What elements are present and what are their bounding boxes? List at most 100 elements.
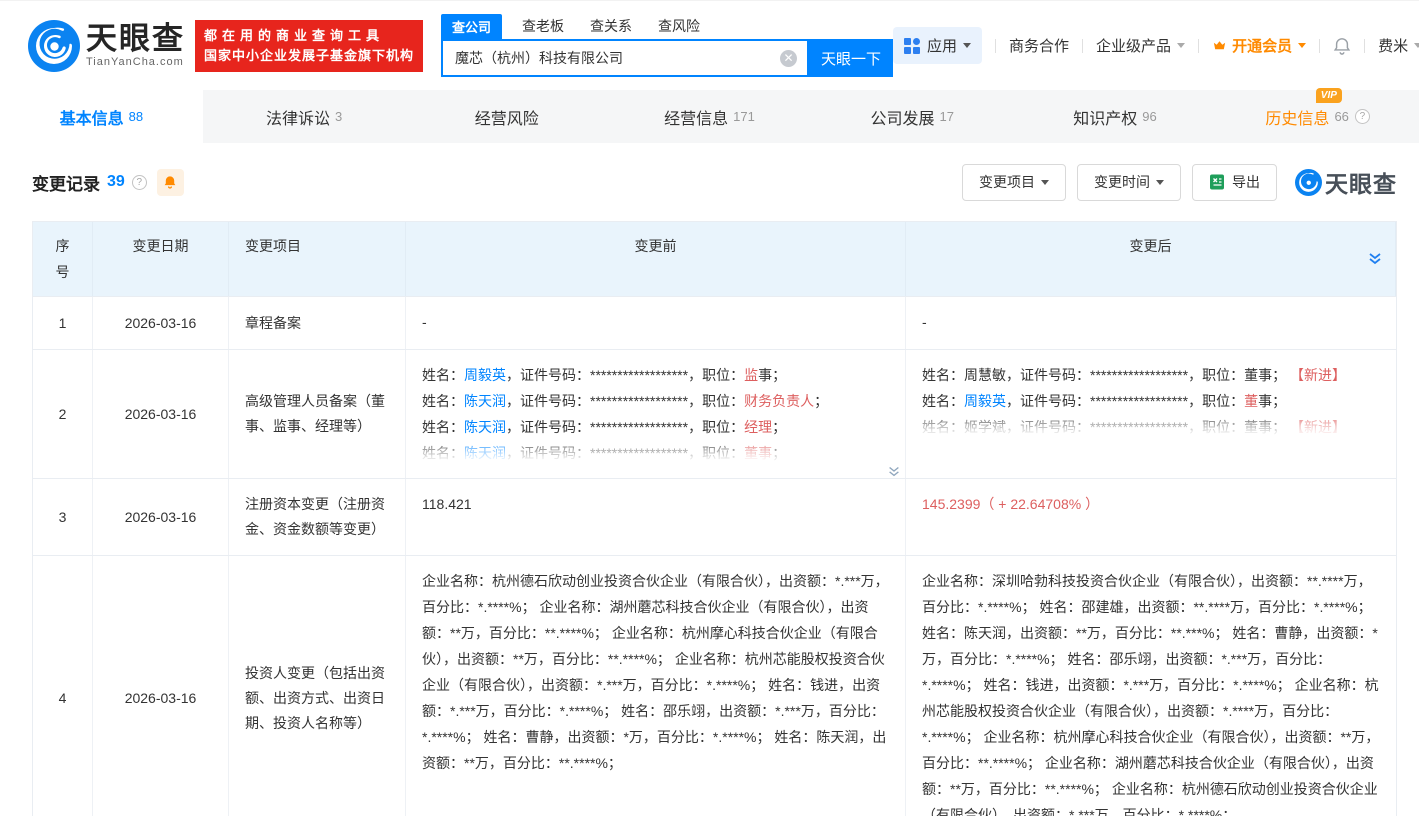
export-button[interactable]: 导出 xyxy=(1192,163,1277,201)
section-title: 变更记录 xyxy=(32,174,100,194)
company-tab[interactable]: 公司发展 17 xyxy=(811,90,1014,143)
filter-change-item-label: 变更项目 xyxy=(979,174,1035,190)
change-records-table: 序号 变更日期 变更项目 变更前 变更后 1 2026-03-16 章程备案 - -2 2026-… xyxy=(32,221,1397,816)
cell-change-item: 投资人变更（包括出资额、出资方式、出资日期、投资人名称等） xyxy=(229,556,406,816)
search-tab[interactable]: 查老板 xyxy=(522,14,564,39)
change-entry: 姓名：陈天润，证件号码：******************，职位：财务负责人； xyxy=(422,388,889,414)
caret-down-icon xyxy=(1041,179,1049,185)
caret-down-icon xyxy=(1414,43,1419,48)
tab-count: 88 xyxy=(128,109,144,124)
filter-change-item-button[interactable]: 变更项目 xyxy=(962,163,1066,201)
nav-cooperation[interactable]: 商务合作 xyxy=(1009,35,1069,56)
caret-down-icon xyxy=(1177,43,1186,48)
tab-count: 171 xyxy=(733,109,755,124)
divider xyxy=(995,38,997,53)
change-entry: 姓名：陈天润，证件号码：******************，职位：董事； xyxy=(422,440,889,466)
text: ，证件号码：******************，职位： xyxy=(506,393,745,409)
person-link[interactable]: 陈天润 xyxy=(464,419,506,435)
cell-before: 姓名：周毅英，证件号码：******************，职位：监事； 姓名：… xyxy=(406,350,906,478)
column-header: 变更项目 xyxy=(229,222,406,296)
company-tab[interactable]: 法律诉讼 3 xyxy=(203,90,406,143)
person-link[interactable]: 陈天润 xyxy=(464,445,506,461)
text: - xyxy=(422,314,427,330)
subscribe-bell-button[interactable] xyxy=(156,168,184,196)
person-link[interactable]: 周毅英 xyxy=(464,367,506,383)
table-row: 1 2026-03-16 章程备案 - - xyxy=(33,297,1396,350)
search-input[interactable] xyxy=(443,50,781,66)
vip-badge: VIP xyxy=(1315,87,1342,103)
cell-no: 4 xyxy=(33,556,93,816)
table-row: 2 2026-03-16 高级管理人员备案（董事、监事、经理等） 姓名：周毅英，证件号… xyxy=(33,350,1396,479)
filter-change-time-button[interactable]: 变更时间 xyxy=(1077,163,1181,201)
diff-text: 145.2399（ + 22.64708% ） xyxy=(922,496,1100,512)
top-header: 天眼查 TianYanCha.com 都在用的商业查询工具 国家中小企业发展子基… xyxy=(0,0,1419,90)
brand-name: 天眼查 xyxy=(86,21,185,56)
open-vip-link[interactable]: 开通会员 xyxy=(1212,35,1307,56)
logo-swirl-icon xyxy=(28,19,80,72)
company-tab[interactable]: 经营信息 171 xyxy=(608,90,811,143)
search-tab[interactable]: 查风险 xyxy=(658,14,700,39)
crown-icon xyxy=(1212,38,1227,53)
toolbar-right: 变更项目 变更时间 导出 天眼查 xyxy=(951,163,1397,201)
tab-label: 法律诉讼 xyxy=(265,110,330,128)
company-tab[interactable]: 基本信息 88 xyxy=(0,90,203,143)
text: 姓名：周慧敏，证件号码：******************，职位：董事； xyxy=(922,367,1290,383)
change-entry: - xyxy=(422,309,889,335)
help-icon[interactable]: ? xyxy=(131,174,147,190)
diff-text: 董事 xyxy=(744,445,773,461)
cell-date: 2026-03-16 xyxy=(93,350,229,478)
cell-before: 118.421 xyxy=(406,479,906,555)
vip-label: 开通会员 xyxy=(1232,38,1293,55)
search-button[interactable]: 天眼一下 xyxy=(809,39,894,77)
cell-no: 3 xyxy=(33,479,93,555)
divider xyxy=(1198,38,1200,53)
tab-label: 公司发展 xyxy=(870,110,935,128)
cell-after: 145.2399（ + 22.64708% ） xyxy=(906,479,1396,555)
tab-label: 知识产权 xyxy=(1073,110,1138,128)
cell-change-item: 章程备案 xyxy=(229,297,406,349)
clear-icon[interactable]: ✕ xyxy=(780,49,798,67)
divider xyxy=(1319,38,1321,53)
cell-before: 企业名称：杭州德石欣动创业投资合伙企业（有限合伙），出资额：*.***万，百分比… xyxy=(406,556,906,816)
divider xyxy=(1364,38,1366,53)
nav-enterprise[interactable]: 企业级产品 xyxy=(1096,35,1186,56)
help-icon[interactable]: ? xyxy=(1354,109,1370,124)
search-tab[interactable]: 查关系 xyxy=(590,14,632,39)
text: ； xyxy=(772,419,787,435)
column-header: 变更日期 xyxy=(93,222,229,296)
tab-count: 66 xyxy=(1334,109,1349,124)
watermark-logo: 天眼查 xyxy=(1295,165,1397,199)
user-menu[interactable]: 费米 xyxy=(1378,35,1419,56)
diff-text: 财务负责人 xyxy=(744,393,815,409)
company-tab[interactable]: 知识产权 96 xyxy=(1014,90,1217,143)
person-link[interactable]: 陈天润 xyxy=(464,393,506,409)
content: 变更记录 39 ? 变更项目 变更时间 导出 天眼查 序号 变更日期 变更项目 … xyxy=(0,143,1419,816)
collapse-all-icon[interactable] xyxy=(1367,251,1383,267)
top-nav: 应用 商务合作 企业级产品 开通会员 费米 xyxy=(893,27,1419,64)
company-tab[interactable]: 经营风险 xyxy=(405,90,608,143)
person-link[interactable]: 周毅英 xyxy=(964,393,1006,409)
section-count: 39 xyxy=(107,173,125,190)
notifications-bell[interactable] xyxy=(1333,37,1351,55)
caret-down-icon xyxy=(1156,179,1164,185)
text: 姓名： xyxy=(422,367,464,383)
tianyancha-logo[interactable]: 天眼查 TianYanCha.com xyxy=(28,19,185,72)
text: 事； xyxy=(1258,393,1287,409)
search-tab[interactable]: 查公司 xyxy=(441,14,503,39)
cell-change-item: 高级管理人员备案（董事、监事、经理等） xyxy=(229,350,406,478)
slogan-line1: 都在用的商业查询工具 xyxy=(204,27,385,43)
text: 姓名： xyxy=(422,393,464,409)
apps-menu[interactable]: 应用 xyxy=(893,27,983,64)
change-entry: 姓名：陈天润，证件号码：******************，职位：经理； xyxy=(422,414,889,440)
text: - xyxy=(922,314,927,330)
text: 姓名：姬学斌，证件号码：******************，职位：董事； xyxy=(922,419,1290,435)
change-entry: 118.421 xyxy=(422,491,889,517)
diff-text: 【新进】 xyxy=(1289,367,1346,383)
text: 姓名： xyxy=(422,445,464,461)
slogan-line2: 国家中小企业发展子基金旗下机构 xyxy=(204,47,415,63)
company-tab[interactable]: 历史信息 66 VIP? xyxy=(1216,87,1419,143)
caret-down-icon xyxy=(1298,43,1307,48)
expand-row-icon[interactable] xyxy=(887,464,901,478)
diff-text: 董 xyxy=(1244,393,1259,409)
cooperation-label: 商务合作 xyxy=(1009,38,1070,55)
